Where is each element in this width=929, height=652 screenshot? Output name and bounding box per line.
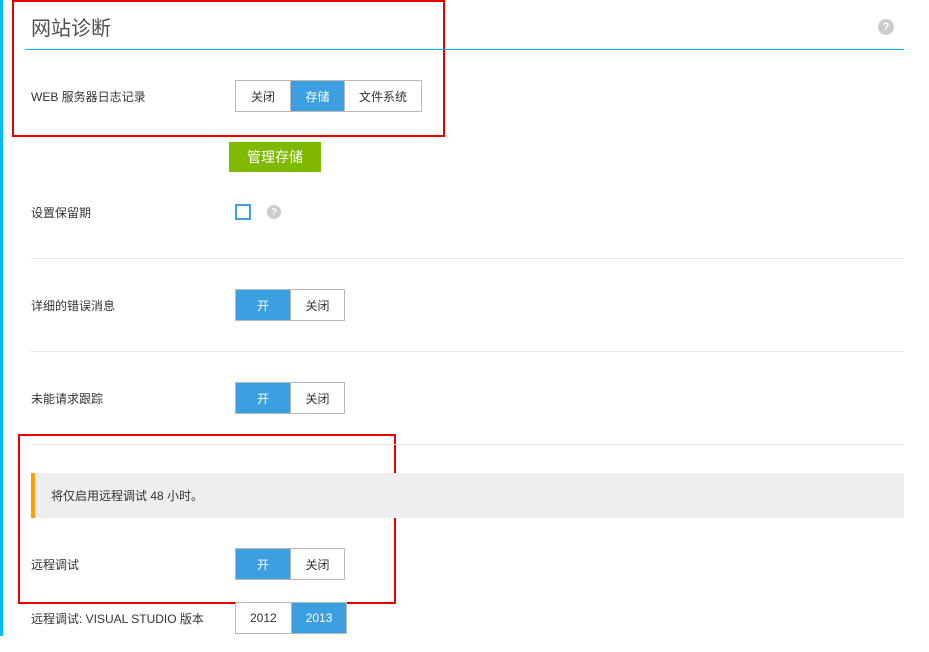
option-2013[interactable]: 2013 (291, 603, 347, 633)
label-failed-request-tracing: 未能请求跟踪 (31, 390, 235, 407)
divider (31, 258, 904, 259)
label-remote-debugging: 远程调试 (31, 556, 235, 573)
option-on[interactable]: 开 (236, 383, 290, 413)
section-header: 网站诊断 ? (25, 0, 904, 50)
help-icon[interactable]: ? (267, 205, 281, 219)
label-set-retention: 设置保留期 (31, 204, 235, 221)
divider (31, 351, 904, 352)
help-icon[interactable]: ? (878, 19, 894, 35)
option-on[interactable]: 开 (236, 549, 290, 579)
option-off[interactable]: 关闭 (290, 290, 344, 320)
page-container: 网站诊断 ? WEB 服务器日志记录 关闭 存储 文件系统 管理存储 设置保留期… (0, 0, 929, 636)
row-web-server-logging: WEB 服务器日志记录 关闭 存储 文件系统 (25, 78, 904, 114)
row-remote-debug-vs-version: 远程调试: VISUAL STUDIO 版本 2012 2013 (25, 600, 904, 636)
toggle-vs-version: 2012 2013 (235, 602, 347, 634)
option-off[interactable]: 关闭 (236, 81, 290, 111)
manage-storage-button[interactable]: 管理存储 (229, 142, 321, 172)
section-title: 网站诊断 (25, 12, 111, 41)
option-storage[interactable]: 存储 (290, 81, 344, 111)
row-remote-debugging: 远程调试 开 关闭 (25, 546, 904, 582)
label-remote-debug-vs-version: 远程调试: VISUAL STUDIO 版本 (31, 610, 235, 627)
label-detailed-errors: 详细的错误消息 (31, 297, 235, 314)
option-2012[interactable]: 2012 (236, 603, 291, 633)
row-set-retention: 设置保留期 ? (25, 194, 904, 230)
notice-remote-debug-48h: 将仅启用远程调试 48 小时。 (31, 473, 904, 518)
toggle-web-server-logging: 关闭 存储 文件系统 (235, 80, 422, 112)
toggle-detailed-errors: 开 关闭 (235, 289, 345, 321)
label-web-server-logging: WEB 服务器日志记录 (31, 88, 235, 105)
option-off[interactable]: 关闭 (290, 383, 344, 413)
toggle-failed-request-tracing: 开 关闭 (235, 382, 345, 414)
option-filesystem[interactable]: 文件系统 (344, 81, 421, 111)
toggle-remote-debugging: 开 关闭 (235, 548, 345, 580)
row-detailed-errors: 详细的错误消息 开 关闭 (25, 287, 904, 323)
row-failed-request-tracing: 未能请求跟踪 开 关闭 (25, 380, 904, 416)
option-off[interactable]: 关闭 (290, 549, 344, 579)
checkbox-set-retention[interactable] (235, 204, 251, 220)
option-on[interactable]: 开 (236, 290, 290, 320)
divider (31, 444, 904, 445)
